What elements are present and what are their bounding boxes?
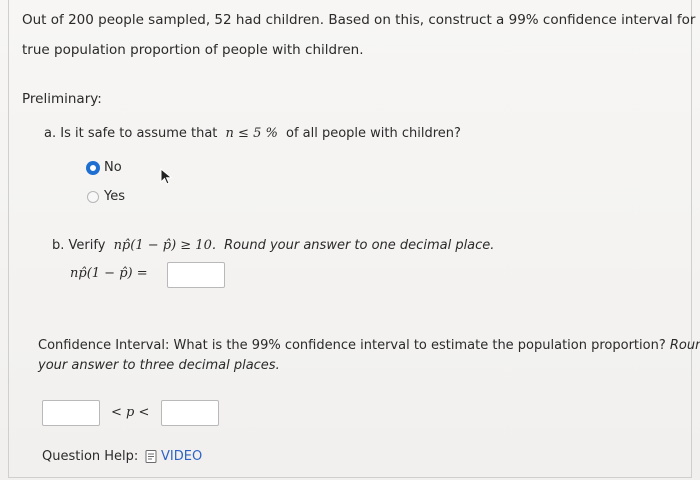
part-b-equation-label: np̂(1 − p̂) = (70, 266, 148, 281)
part-a-math: n ≤ 5 % (225, 126, 278, 141)
video-link-label[interactable]: VIDEO (161, 449, 202, 464)
video-help-link[interactable]: VIDEO (145, 449, 202, 464)
option-yes[interactable]: Yes (87, 187, 125, 207)
cursor-arrow-icon (160, 168, 173, 185)
part-a-question: a. Is it safe to assume that n ≤ 5 % of … (44, 124, 461, 144)
part-b-math: np̂(1 − p̂) ≥ 10. (113, 238, 216, 253)
part-a-marker: a. (44, 126, 57, 141)
part-a-text-before: Is it safe to assume that (60, 126, 218, 141)
ci-instruction-part-2: your answer to three decimal places. (38, 358, 280, 373)
ci-lower-bound-input[interactable] (42, 400, 100, 426)
question-prompt-line-2: true population proportion of people wit… (22, 42, 364, 58)
part-b-question: b. Verify np̂(1 − p̂) ≥ 10. Round your a… (52, 236, 494, 256)
option-no[interactable]: No (87, 158, 122, 178)
radio-no[interactable] (87, 162, 99, 174)
ci-middle-text: < p < (111, 405, 150, 420)
part-b-marker: b. (52, 238, 65, 253)
ci-instruction-part-1: Round (669, 338, 700, 353)
radio-yes[interactable] (87, 191, 99, 203)
part-b-instruction: Round your answer to one decimal place. (224, 238, 495, 253)
preliminary-heading: Preliminary: (22, 91, 102, 107)
part-b-answer-input[interactable] (167, 262, 225, 288)
ci-label: Confidence Interval: (38, 338, 170, 353)
question-prompt-line-1: Out of 200 people sampled, 52 had childr… (22, 12, 700, 28)
ci-question-line-1: Confidence Interval: What is the 99% con… (38, 336, 700, 356)
part-b-verify: Verify (68, 238, 106, 253)
option-yes-label: Yes (104, 189, 125, 204)
document-icon (145, 450, 157, 463)
ci-question-text: What is the 99% confidence interval to e… (173, 338, 666, 353)
part-a-text-after: of all people with children? (285, 126, 461, 141)
option-no-label: No (104, 160, 122, 175)
question-page: Out of 200 people sampled, 52 had childr… (0, 0, 700, 480)
question-help-label: Question Help: (42, 449, 139, 464)
ci-upper-bound-input[interactable] (161, 400, 219, 426)
